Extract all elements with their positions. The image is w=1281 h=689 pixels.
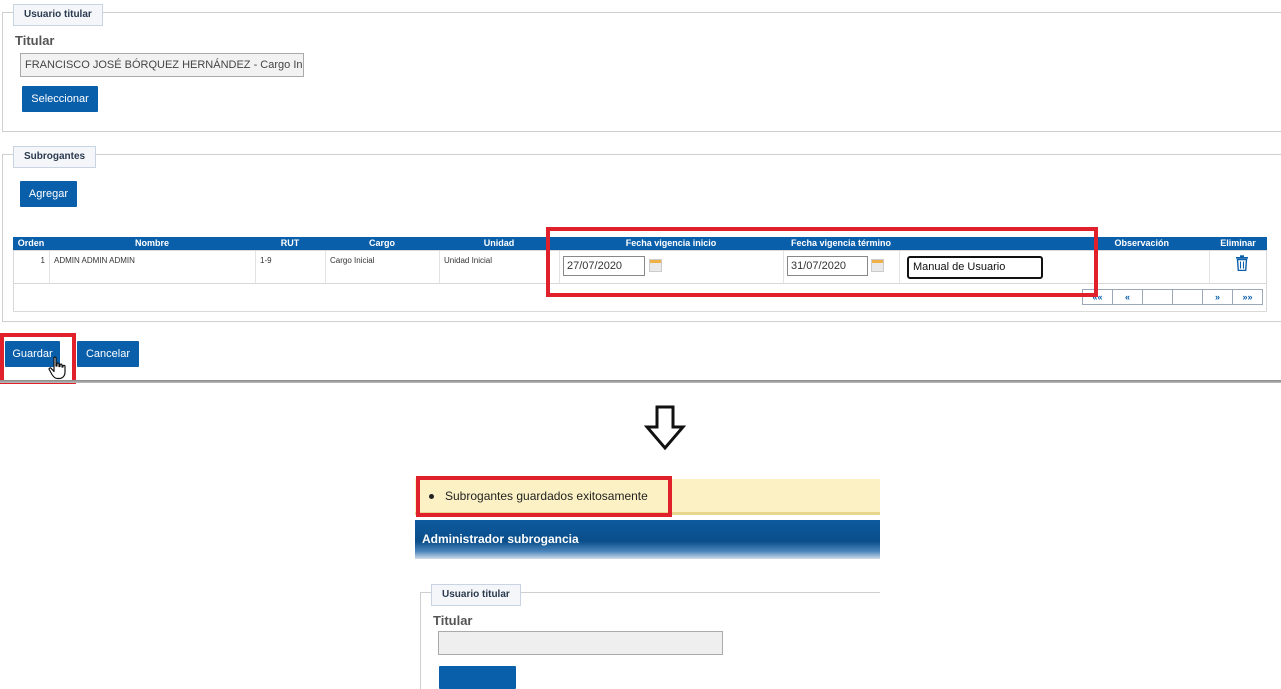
page-title: Administrador subrogancia — [422, 532, 579, 546]
screenshot-divider — [0, 380, 1281, 383]
cancelar-button[interactable]: Cancelar — [77, 341, 139, 367]
trash-icon[interactable] — [1235, 255, 1249, 271]
bullet-icon — [429, 494, 434, 499]
pager-last[interactable]: »» — [1232, 289, 1263, 305]
usuario-titular-legend-bottom: Usuario titular — [431, 584, 521, 606]
cell-rut: 1-9 — [256, 251, 326, 283]
calendar-icon[interactable] — [649, 259, 662, 272]
page-title-banner: Administrador subrogancia — [415, 520, 880, 559]
fecha-termino-input[interactable]: 31/07/2020 — [787, 256, 868, 276]
header-orden: Orden — [17, 238, 45, 248]
arrow-down-icon — [644, 405, 686, 451]
header-cargo: Cargo — [368, 238, 395, 248]
table-footer — [13, 284, 1267, 312]
titular-label-bottom: Titular — [433, 613, 473, 628]
success-notice: Subrogantes guardados exitosamente — [415, 479, 880, 515]
observacion-input[interactable]: Manual de Usuario — [907, 256, 1043, 279]
fecha-inicio-input[interactable]: 27/07/2020 — [563, 256, 645, 276]
titular-field[interactable]: FRANCISCO JOSÉ BÓRQUEZ HERNÁNDEZ - Cargo… — [20, 53, 304, 77]
cell-unidad: Unidad Inicial — [440, 251, 560, 283]
pager-page-b[interactable] — [1172, 289, 1203, 305]
subrogantes-table-header: Orden Nombre RUT Cargo Unidad Fecha vige… — [13, 237, 1267, 250]
pager-first[interactable]: «« — [1082, 289, 1113, 305]
calendar-icon[interactable] — [871, 259, 884, 272]
header-unidad: Unidad — [483, 238, 515, 248]
header-fecha-inicio: Fecha vigencia inicio — [625, 238, 717, 248]
cell-orden: 1 — [14, 251, 50, 283]
cell-cargo: Cargo Inicial — [326, 251, 440, 283]
seleccionar-button[interactable]: Seleccionar — [22, 86, 98, 112]
success-message: Subrogantes guardados exitosamente — [445, 489, 648, 503]
agregar-button[interactable]: Agregar — [20, 181, 77, 207]
header-eliminar: Eliminar — [1220, 238, 1256, 248]
seleccionar-button-bottom[interactable] — [439, 666, 516, 689]
cell-nombre: ADMIN ADMIN ADMIN — [50, 251, 256, 283]
subrogantes-legend: Subrogantes — [13, 146, 97, 168]
pager-prev[interactable]: « — [1112, 289, 1143, 305]
hand-cursor-icon — [48, 356, 66, 380]
titular-field-bottom[interactable] — [438, 631, 723, 655]
usuario-titular-legend: Usuario titular — [13, 4, 103, 26]
pager-page-a[interactable] — [1142, 289, 1173, 305]
titular-label: Titular — [15, 33, 55, 48]
header-observacion: Observación — [1114, 238, 1169, 248]
header-rut: RUT — [280, 238, 300, 248]
header-fecha-termino: Fecha vigencia término — [790, 238, 892, 248]
header-nombre: Nombre — [134, 238, 169, 248]
pager-next[interactable]: » — [1202, 289, 1233, 305]
